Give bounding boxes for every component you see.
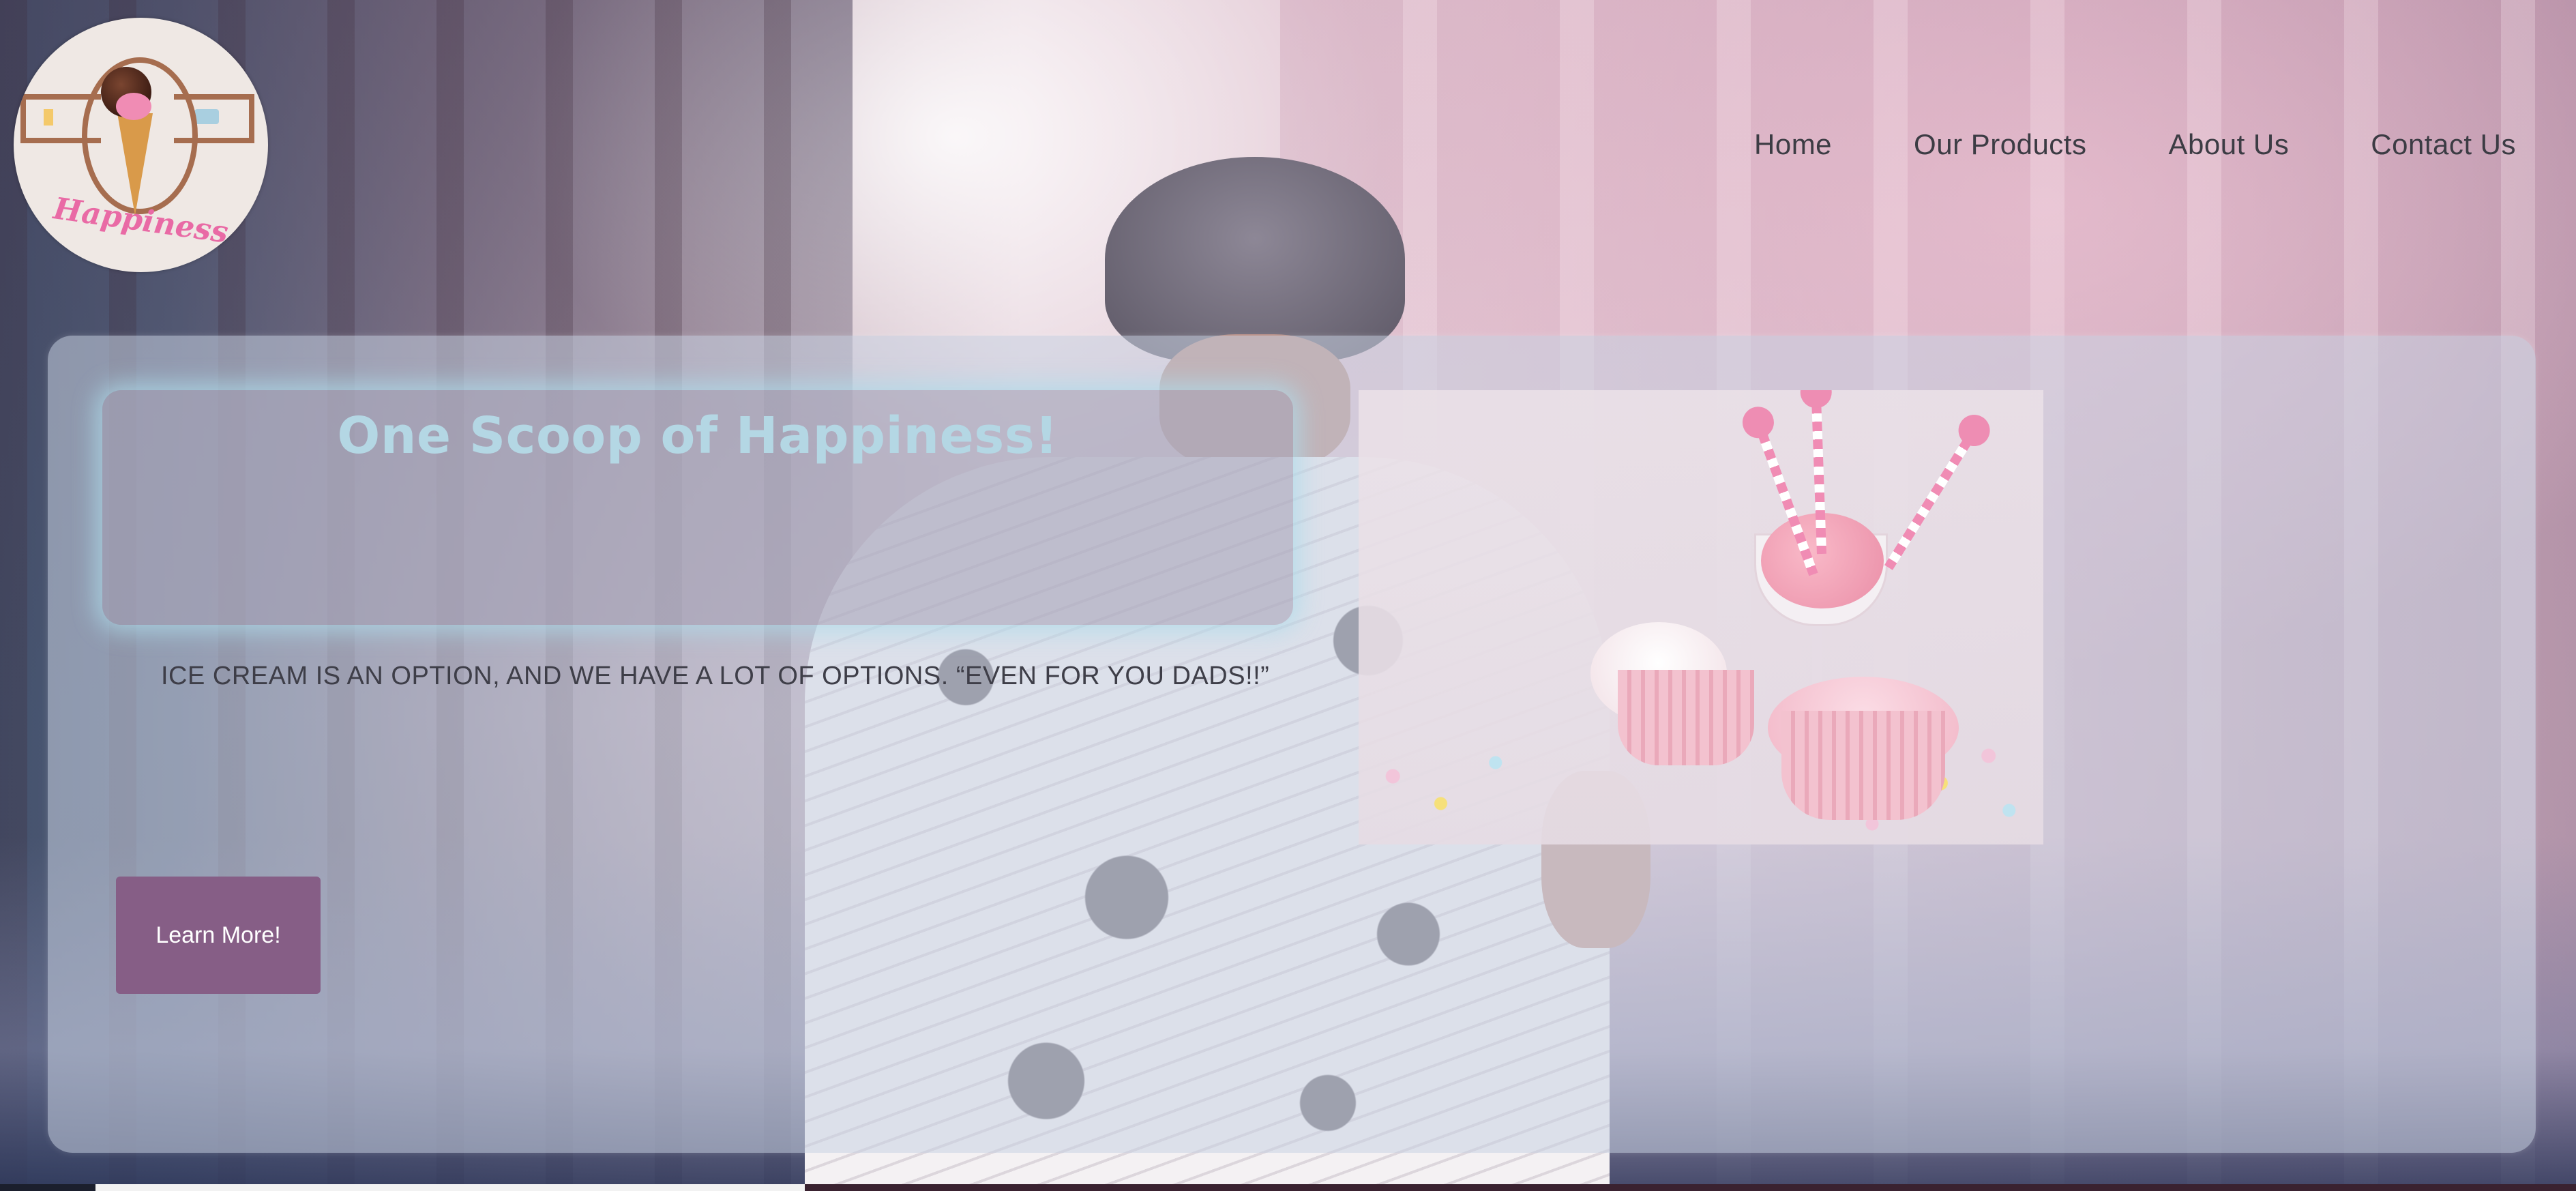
ice-cream-drip-icon [116,93,151,120]
nav-link-our-products[interactable]: Our Products [1914,124,2086,165]
site-logo[interactable]: Happiness [14,18,268,272]
learn-more-button[interactable]: Learn More! [116,877,321,994]
glass-stem [1812,615,1822,690]
nav-link-contact-us[interactable]: Contact Us [2371,124,2516,165]
nav-link-home[interactable]: Home [1754,124,1832,165]
nav-link-about-us[interactable]: About Us [2168,124,2289,165]
product-image-sundaes [1359,390,2043,844]
cupcake-wrapper-right [1781,711,1945,820]
heart-spoon-icon [1884,437,1972,570]
main-nav: Home Our Products About Us Contact Us [1672,124,2516,165]
hero-title: One Scoop of Happiness! [337,407,1058,465]
cupcake-wrapper-left [1618,670,1754,765]
person-hat [1105,157,1405,362]
hero-tagline: ICE CREAM IS AN OPTION, AND WE HAVE A LO… [161,662,1270,690]
bottom-strip [0,1184,2576,1191]
